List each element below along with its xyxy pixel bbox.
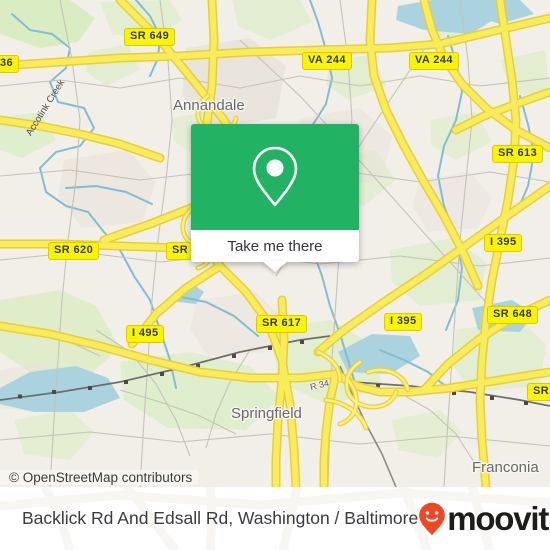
- place-label-annandale: Annandale: [173, 97, 245, 114]
- route-shield-sr-613[interactable]: SR 613: [492, 145, 544, 163]
- moovit-pin-icon: [419, 502, 446, 535]
- moovit-logo[interactable]: moovit: [418, 500, 549, 537]
- take-me-there-button[interactable]: Take me there: [191, 230, 359, 262]
- place-label-springfield: Springfield: [231, 405, 302, 422]
- route-shield-va-244-west[interactable]: VA 244: [302, 52, 352, 70]
- map-canvas[interactable]: Annandale Springfield Franconia Accotink…: [0, 0, 550, 487]
- route-shield-sr-620[interactable]: SR 620: [48, 242, 100, 260]
- route-shield-sr-648[interactable]: SR 648: [487, 306, 539, 324]
- moovit-wordmark: moovit: [447, 500, 549, 537]
- popup-icon-area: [191, 124, 359, 230]
- osm-attribution-text[interactable]: © OpenStreetMap contributors: [0, 469, 199, 485]
- route-shield-i-395-south[interactable]: I 395: [384, 313, 423, 331]
- route-shield-i-395-north[interactable]: I 395: [484, 234, 523, 252]
- attribution-bar: © OpenStreetMap contributors: [0, 466, 550, 487]
- route-shield-i-495[interactable]: I 495: [126, 325, 165, 343]
- route-shield-36[interactable]: 36: [0, 55, 20, 73]
- page-title: Backlick Rd And Edsall Rd, Washington / …: [22, 508, 419, 528]
- route-shield-sr-649[interactable]: SR 649: [124, 28, 176, 46]
- location-popup-card[interactable]: Take me there: [191, 124, 359, 272]
- take-me-there-label: Take me there: [227, 237, 323, 255]
- popup-pointer: [262, 261, 288, 272]
- route-shield-sr-partial-edge[interactable]: SR: [527, 383, 550, 401]
- footer-bar: Backlick Rd And Edsall Rd, Washington / …: [0, 487, 550, 550]
- route-shield-va-244-east[interactable]: VA 244: [409, 52, 459, 70]
- map-pin-icon: [252, 146, 298, 207]
- map-screenshot: Annandale Springfield Franconia Accotink…: [0, 0, 550, 550]
- route-shield-sr-617[interactable]: SR 617: [256, 315, 308, 333]
